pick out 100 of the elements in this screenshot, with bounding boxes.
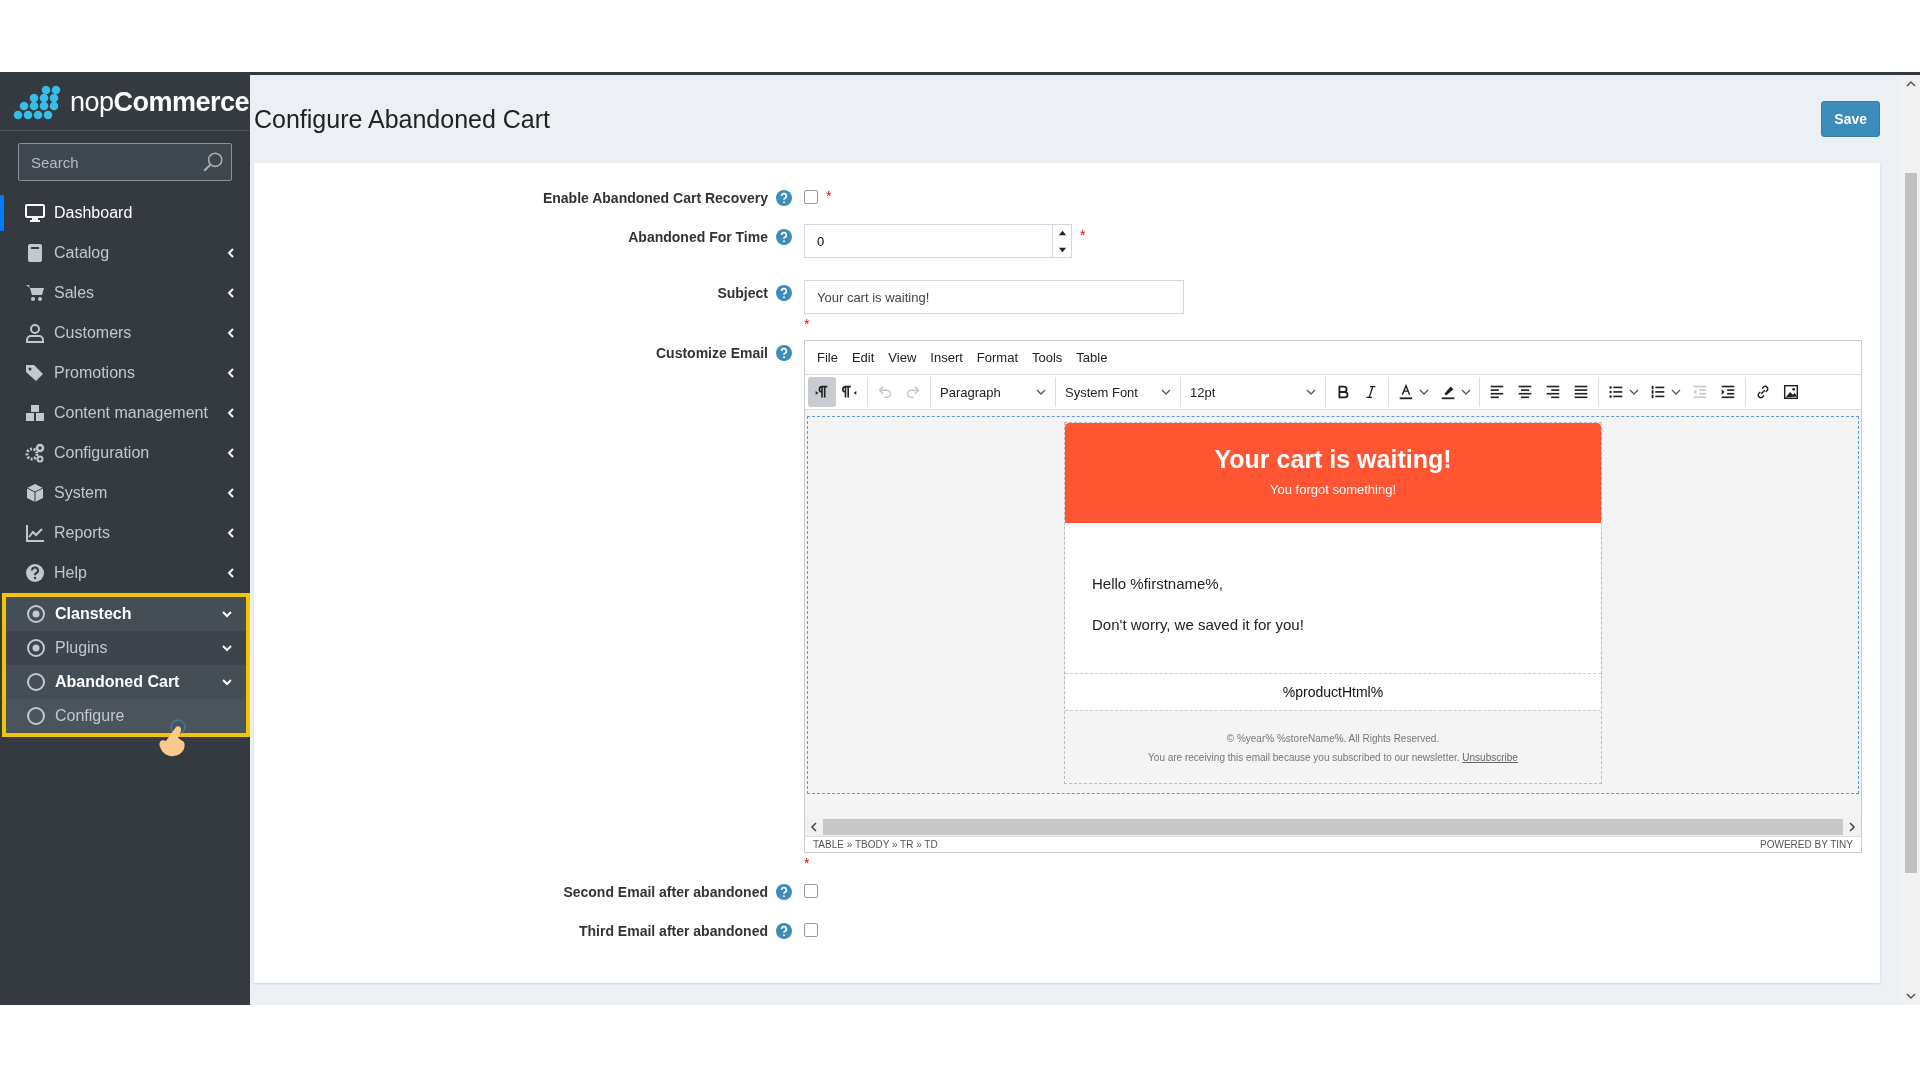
copyright-text: © %year% %storeName%. All Rights Reserved. — [1225, 732, 1441, 746]
menu-item[interactable]: Edit — [845, 347, 881, 368]
dot-circle-icon — [26, 638, 46, 658]
scroll-right-icon[interactable] — [1847, 822, 1857, 832]
circle-icon — [26, 706, 46, 726]
menu-item[interactable]: Format — [970, 347, 1024, 368]
menu-item[interactable]: View — [882, 347, 923, 368]
field-label: Enable Abandoned Cart Recovery — [542, 190, 768, 206]
checkbox[interactable] — [804, 884, 818, 898]
search-icon[interactable] — [202, 151, 224, 173]
field-label: Third Email after abandoned — [578, 923, 768, 939]
field-label: Subject — [717, 285, 768, 301]
caret-icon — [1461, 387, 1471, 397]
editor-branding[interactable]: POWERED BY TINY — [1760, 839, 1853, 850]
caret-icon — [1036, 387, 1046, 397]
element-path: TABLE » TBODY » TR » TD — [813, 839, 938, 850]
caret-icon — [1629, 387, 1639, 397]
menu-item[interactable]: File — [811, 347, 844, 368]
chevron-left-icon — [226, 488, 236, 498]
justify-icon — [1572, 383, 1590, 401]
help-icon[interactable] — [776, 884, 792, 900]
checkbox[interactable] — [804, 190, 818, 204]
sidebar-item[interactable]: Content management — [0, 393, 250, 433]
help-icon[interactable] — [776, 345, 792, 361]
field-label: Second Email after abandoned — [563, 884, 768, 900]
box-icon — [25, 483, 45, 503]
help-icon[interactable] — [776, 923, 792, 939]
help-icon[interactable] — [776, 285, 792, 301]
sidebar-item[interactable]: Sales — [0, 273, 250, 313]
sidebar-item[interactable]: Reports — [0, 513, 250, 553]
required-mark: * — [804, 318, 811, 330]
checkbox[interactable] — [804, 923, 818, 937]
sidebar-item[interactable]: Abandoned Cart — [6, 665, 246, 699]
menu-item[interactable]: Table — [1070, 347, 1114, 368]
circle-icon — [26, 672, 46, 692]
undo-icon — [876, 383, 894, 401]
sidebar-item[interactable]: System — [0, 473, 250, 513]
alignright-icon — [1544, 383, 1562, 401]
email-title: Your cart is waiting! — [1213, 445, 1453, 474]
chart-icon — [25, 523, 45, 543]
menu-item[interactable]: Insert — [924, 347, 969, 368]
chevron-left-icon — [226, 528, 236, 538]
sidebar-item[interactable]: Configure — [6, 699, 246, 733]
sidebar-item[interactable]: Catalog — [0, 233, 250, 273]
toolbar-button[interactable] — [808, 377, 836, 407]
newsletter-notice: You are receiving this email because you subscribed to our newsletter. — [1148, 752, 1460, 763]
chevron-down-icon — [222, 643, 232, 653]
scroll-down-icon[interactable] — [1906, 991, 1916, 1001]
textcolor-icon — [1397, 383, 1415, 401]
sidebar-item[interactable]: Dashboard — [0, 193, 250, 233]
editable-table-cell[interactable]: %productHtml% — [1065, 674, 1601, 710]
chevron-left-icon — [226, 288, 236, 298]
aligncenter-icon — [1516, 383, 1534, 401]
field-label: Customize Email — [655, 345, 768, 361]
caret-icon — [1306, 387, 1316, 397]
cart-icon — [25, 283, 45, 303]
caret-icon — [1671, 387, 1681, 397]
sidebar-item[interactable]: Customers — [0, 313, 250, 353]
scroll-up-icon[interactable] — [1906, 79, 1916, 89]
save-button[interactable]: Save — [1821, 101, 1880, 137]
sidebar-item[interactable]: Plugins — [6, 631, 246, 665]
tag-icon — [25, 363, 45, 383]
email-body-text: Don't worry, we saved it for you! — [1092, 616, 1305, 633]
monitor-icon — [25, 203, 45, 223]
help-icon[interactable] — [776, 229, 792, 245]
vertical-scrollbar[interactable] — [1902, 75, 1920, 1005]
required-mark: * — [826, 190, 832, 202]
menu-item[interactable]: Tools — [1026, 347, 1069, 368]
alignleft-icon — [1488, 383, 1506, 401]
sidebar-item[interactable]: Help — [0, 553, 250, 593]
caret-icon — [1161, 387, 1171, 397]
chevron-left-icon — [226, 368, 236, 378]
search-field[interactable]: Search — [18, 143, 232, 181]
help-icon[interactable] — [776, 190, 792, 206]
field-label: Abandoned For Time — [628, 229, 768, 245]
number-field[interactable]: 0 — [804, 224, 1072, 258]
caret-icon — [1419, 387, 1429, 397]
chevron-left-icon — [226, 248, 236, 258]
toolbar-dropdown[interactable]: 12pt — [1184, 377, 1322, 407]
chevron-left-icon — [226, 328, 236, 338]
active-indicator — [0, 195, 4, 231]
toolbar-dropdown[interactable]: Paragraph — [934, 377, 1052, 407]
sidebar-item[interactable]: Configuration — [0, 433, 250, 473]
toolbar-dropdown[interactable]: System Font — [1059, 377, 1177, 407]
subject-field[interactable]: Your cart is waiting! — [804, 280, 1184, 314]
spin-up-icon[interactable] — [1057, 228, 1067, 238]
outdent-icon — [1691, 383, 1709, 401]
bullist-icon — [1607, 383, 1625, 401]
indent-icon — [1719, 383, 1737, 401]
user-icon — [25, 323, 45, 343]
sidebar-item[interactable]: Clanstech — [6, 597, 246, 631]
horizontal-scrollbar[interactable] — [805, 818, 1861, 836]
required-mark: * — [1080, 229, 1086, 241]
chevron-left-icon — [226, 448, 236, 458]
gears-icon — [25, 443, 45, 463]
unsubscribe-link[interactable]: Unsubscribe — [1462, 752, 1518, 763]
scroll-left-icon[interactable] — [809, 822, 819, 832]
redo-icon — [904, 383, 922, 401]
sidebar-item[interactable]: Promotions — [0, 353, 250, 393]
chevron-left-icon — [226, 408, 236, 418]
